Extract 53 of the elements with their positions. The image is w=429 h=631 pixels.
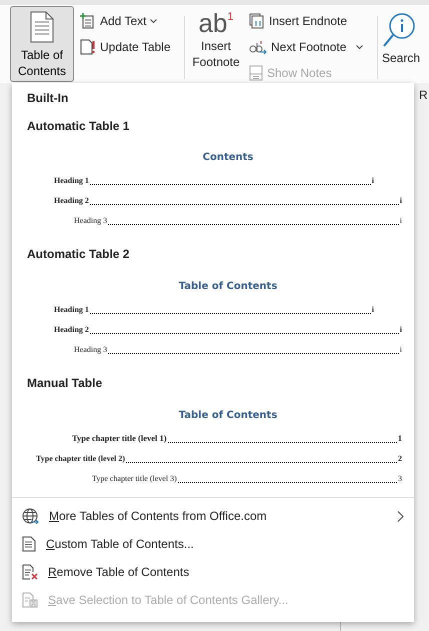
add-text-icon	[80, 13, 96, 29]
page-number: i	[372, 304, 374, 316]
toc-preview[interactable]: Table of Contents Type chapter title (level 1) 1 Type chapter title (level 2) 2 Type chapter title (level 3) 3	[12, 394, 414, 497]
preview-entry: Type chapter title (level 3)	[92, 472, 177, 485]
save-gallery-icon	[22, 592, 38, 608]
caret-icon	[356, 44, 363, 50]
toc-preview[interactable]: Table of Contents Heading 1 i Heading 2 i Heading 3 i	[12, 265, 414, 368]
document-alert-icon	[80, 39, 96, 55]
preview-entry: Type chapter title (level 2)	[36, 452, 126, 465]
table-of-contents-button[interactable]: Table of Contents	[10, 6, 74, 82]
preview-entry: Heading 1	[54, 304, 89, 316]
toc-preview[interactable]: Contents Heading 1 i Heading 2 i Heading 3 i	[12, 136, 414, 240]
page-number: 1	[398, 432, 402, 445]
page-number: i	[400, 195, 402, 208]
ribbon-button[interactable]: Insert Endnote	[247, 10, 350, 32]
menu-item[interactable]: More Tables of Contents from Office.com	[12, 502, 414, 530]
page-number: 3	[398, 472, 402, 485]
document-icon	[29, 11, 55, 43]
insert-footnote-button[interactable]: ab$^{1}$ Insert Footnote	[189, 6, 243, 83]
preview-title: Contents	[202, 151, 254, 166]
globe-icon	[22, 508, 39, 524]
next-footnote-icon	[249, 39, 267, 55]
add-text-button[interactable]: Add Text	[78, 10, 180, 32]
page-number: i	[372, 175, 374, 188]
page-number: i	[400, 215, 402, 228]
section-heading: Built-In	[26, 90, 70, 107]
preview-entry: Heading 2	[54, 324, 89, 336]
preview-entry: Heading 3	[74, 215, 108, 228]
page-number: i	[400, 344, 402, 356]
ribbon-button[interactable]: Next Footnote	[247, 36, 348, 58]
page-number: i	[400, 324, 402, 336]
search-button[interactable]: Search	[382, 6, 422, 83]
endnote-icon	[249, 13, 265, 29]
menu-item[interactable]: Remove Table of Contents	[12, 558, 414, 586]
gallery-item-title: Manual Table	[26, 375, 104, 392]
menu-item[interactable]: Custom Table of Contents...	[12, 530, 414, 558]
remove-document-icon	[22, 564, 38, 580]
gallery-item-title: Automatic Table 1	[26, 118, 130, 135]
footnote-icon: ab$^{1}$	[198, 8, 234, 38]
preview-entry: Type chapter title (level 1)	[72, 432, 167, 445]
preview-title: Table of Contents	[178, 408, 278, 423]
ribbon-tab[interactable]: R	[419, 86, 428, 104]
search-icon	[382, 12, 416, 48]
preview-entry: Heading 2	[54, 195, 89, 208]
menu-item: Save Selection to Table of Contents Gallery...	[12, 586, 414, 614]
document-icon	[22, 536, 36, 552]
preview-title: Table of Contents	[178, 280, 278, 294]
preview-entry: Heading 1	[54, 175, 89, 188]
page-number: 2	[398, 452, 402, 465]
gallery-item-title: Automatic Table 2	[26, 246, 130, 264]
preview-entry: Heading 3	[74, 344, 108, 356]
caret-icon	[150, 18, 158, 24]
update-table-button[interactable]: Update Table	[78, 36, 180, 58]
